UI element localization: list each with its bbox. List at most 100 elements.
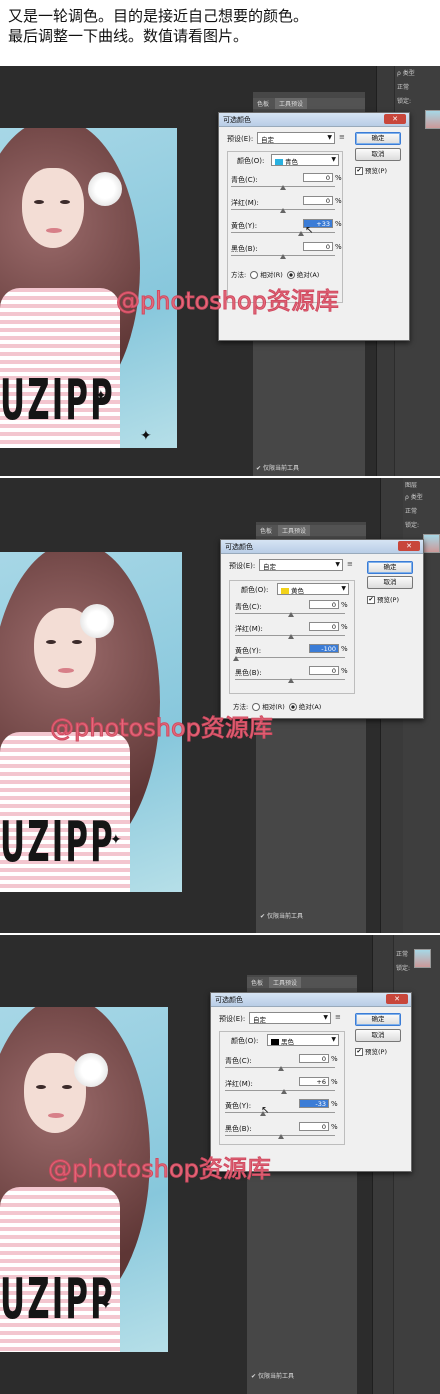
- cancel-button[interactable]: 取消: [355, 1029, 401, 1042]
- yellow-slider[interactable]: [231, 232, 335, 233]
- screenshot-step-1: UZIPP ✦ ✦ 色板 工具预设 ✔ 仅限当前工具 ρ 类型 正常 锁定: 可…: [0, 66, 440, 476]
- magenta-input[interactable]: 0: [303, 196, 333, 205]
- watermark: @photoshop资源库: [116, 287, 340, 316]
- black-label: 黑色(B):: [235, 669, 262, 677]
- color-swatch: [275, 159, 283, 165]
- cyan-input[interactable]: 0: [303, 173, 333, 182]
- magenta-label: 洋红(M):: [235, 625, 263, 633]
- magenta-input[interactable]: 0: [309, 622, 339, 631]
- black-label: 黑色(B):: [231, 245, 258, 253]
- close-icon[interactable]: ✕: [386, 994, 408, 1004]
- yellow-slider[interactable]: [235, 657, 345, 658]
- black-input[interactable]: 0: [299, 1122, 329, 1131]
- screenshot-step-3: UZIPP ✦ 色板 工具预设 ✔ 仅限当前工具 正常 锁定: 可选颜色 ✕ 预设…: [0, 935, 440, 1394]
- ok-button[interactable]: 确定: [367, 561, 413, 574]
- magenta-label: 洋红(M):: [225, 1080, 253, 1088]
- yellow-input[interactable]: -100: [309, 644, 339, 653]
- layer-thumbnail[interactable]: [423, 534, 440, 553]
- preview-checkbox[interactable]: ✔ 预览(P): [367, 594, 399, 604]
- color-swatch: [271, 1039, 279, 1045]
- flower: [88, 172, 122, 206]
- blend-mode[interactable]: 正常: [405, 506, 417, 515]
- colors-label: 颜色(O):: [231, 1037, 259, 1045]
- layer-thumbnail[interactable]: [414, 949, 431, 968]
- watermark: @photoshop资源库: [50, 714, 274, 743]
- tab-swatches[interactable]: 色板: [256, 525, 276, 536]
- cyan-label: 青色(C):: [225, 1057, 252, 1065]
- layer-thumbnail[interactable]: [425, 110, 440, 129]
- black-input[interactable]: 0: [303, 242, 333, 251]
- selective-color-dialog: 可选颜色 ✕ 预设(E): 自定 ▼ ≡ 确定 取消 ✔ 预览(P) 颜色(O): 黄…: [220, 539, 424, 719]
- cyan-label: 青色(C):: [231, 176, 258, 184]
- yellow-input[interactable]: -33: [299, 1099, 329, 1108]
- close-icon[interactable]: ✕: [398, 541, 420, 551]
- colors-label: 颜色(O):: [241, 586, 269, 594]
- panel-tabs: 色板 工具预设: [256, 525, 366, 536]
- tab-tool-presets[interactable]: 工具预设: [268, 977, 301, 988]
- colors-select[interactable]: 黄色 ▼: [277, 583, 349, 595]
- black-input[interactable]: 0: [309, 666, 339, 675]
- preset-select[interactable]: 自定 ▼: [249, 1012, 331, 1024]
- preset-label: 预设(E):: [229, 562, 256, 570]
- ok-button[interactable]: 确定: [355, 132, 401, 145]
- dialog-title: 可选颜色: [223, 116, 251, 124]
- blend-mode[interactable]: 正常: [396, 949, 408, 958]
- intro-text: 又是一轮调色。目的是接近自己想要的颜色。 最后调整一下曲线。数值请看图片。: [8, 6, 433, 46]
- photo-text: UZIPP: [0, 1267, 115, 1332]
- tab-tool-presets[interactable]: 工具预设: [277, 525, 310, 536]
- current-tool-only[interactable]: ✔ 仅限当前工具: [251, 1371, 294, 1380]
- preview-checkbox[interactable]: ✔ 预览(P): [355, 165, 387, 175]
- dialog-title: 可选颜色: [215, 996, 243, 1004]
- cyan-input[interactable]: 0: [299, 1054, 329, 1063]
- lock-label: 锁定:: [396, 965, 411, 972]
- ok-button[interactable]: 确定: [355, 1013, 401, 1026]
- flower: [74, 1053, 108, 1087]
- intro-line-2: 最后调整一下曲线。数值请看图片。: [8, 27, 249, 45]
- preset-options-icon[interactable]: ≡: [347, 560, 353, 568]
- current-tool-only[interactable]: ✔ 仅限当前工具: [260, 911, 303, 920]
- preset-label: 预设(E):: [219, 1015, 246, 1023]
- panel-tabs: 色板 工具预设: [247, 977, 357, 988]
- cancel-button[interactable]: 取消: [355, 148, 401, 161]
- layers-kind[interactable]: ρ 类型: [405, 492, 423, 501]
- blend-mode[interactable]: 正常: [397, 82, 409, 91]
- preset-select[interactable]: 自定 ▼: [259, 559, 343, 571]
- colors-select[interactable]: 黑色 ▼: [267, 1034, 339, 1046]
- layers-tab[interactable]: 图层: [405, 480, 417, 489]
- cyan-input[interactable]: 0: [309, 600, 339, 609]
- dialog-title: 可选颜色: [225, 543, 253, 551]
- screenshot-step-2: UZIPP ✦ 色板 工具预设 ✔ 仅限当前工具 图层 ρ 类型 正常 锁定: …: [0, 478, 440, 933]
- lock-label: 锁定:: [397, 98, 412, 105]
- selective-color-dialog: 可选颜色 ✕ 预设(E): 自定 ▼ ≡ 确定 取消 ✔ 预览(P) 颜色(O): 黑…: [210, 992, 412, 1172]
- yellow-label: 黄色(Y):: [231, 222, 258, 230]
- colors-label: 颜色(O):: [237, 157, 265, 165]
- preset-label: 预设(E):: [227, 135, 254, 143]
- yellow-label: 黄色(Y):: [235, 647, 262, 655]
- tab-swatches[interactable]: 色板: [253, 98, 273, 109]
- mouse-pointer-icon: ↖: [305, 225, 314, 236]
- close-icon[interactable]: ✕: [384, 114, 406, 124]
- lock-label: 锁定:: [405, 522, 420, 529]
- chevron-down-icon: ▼: [327, 134, 332, 141]
- magenta-label: 洋红(M):: [231, 199, 259, 207]
- preset-options-icon[interactable]: ≡: [335, 1013, 341, 1021]
- colors-select[interactable]: 青色 ▼: [271, 154, 339, 166]
- method-radio-group[interactable]: 方法: 相对(R) 绝对(A): [231, 269, 319, 279]
- current-tool-only[interactable]: ✔ 仅限当前工具: [256, 463, 299, 472]
- tab-tool-presets[interactable]: 工具预设: [274, 98, 307, 109]
- layers-kind[interactable]: ρ 类型: [397, 68, 415, 77]
- yellow-slider[interactable]: [225, 1112, 335, 1113]
- watermark: @photoshop资源库: [48, 1155, 272, 1184]
- photo-text: UZIPP: [0, 810, 115, 875]
- color-swatch: [281, 588, 289, 594]
- cancel-button[interactable]: 取消: [367, 576, 413, 589]
- preview-checkbox[interactable]: ✔ 预览(P): [355, 1046, 387, 1056]
- yellow-label: 黄色(Y):: [225, 1102, 252, 1110]
- magenta-slider[interactable]: [225, 1090, 335, 1091]
- intro-line-1: 又是一轮调色。目的是接近自己想要的颜色。: [8, 7, 309, 25]
- tab-swatches[interactable]: 色板: [247, 977, 267, 988]
- black-label: 黑色(B):: [225, 1125, 252, 1133]
- preset-select[interactable]: 自定 ▼: [257, 132, 335, 144]
- preset-options-icon[interactable]: ≡: [339, 133, 345, 141]
- magenta-input[interactable]: +6: [299, 1077, 329, 1086]
